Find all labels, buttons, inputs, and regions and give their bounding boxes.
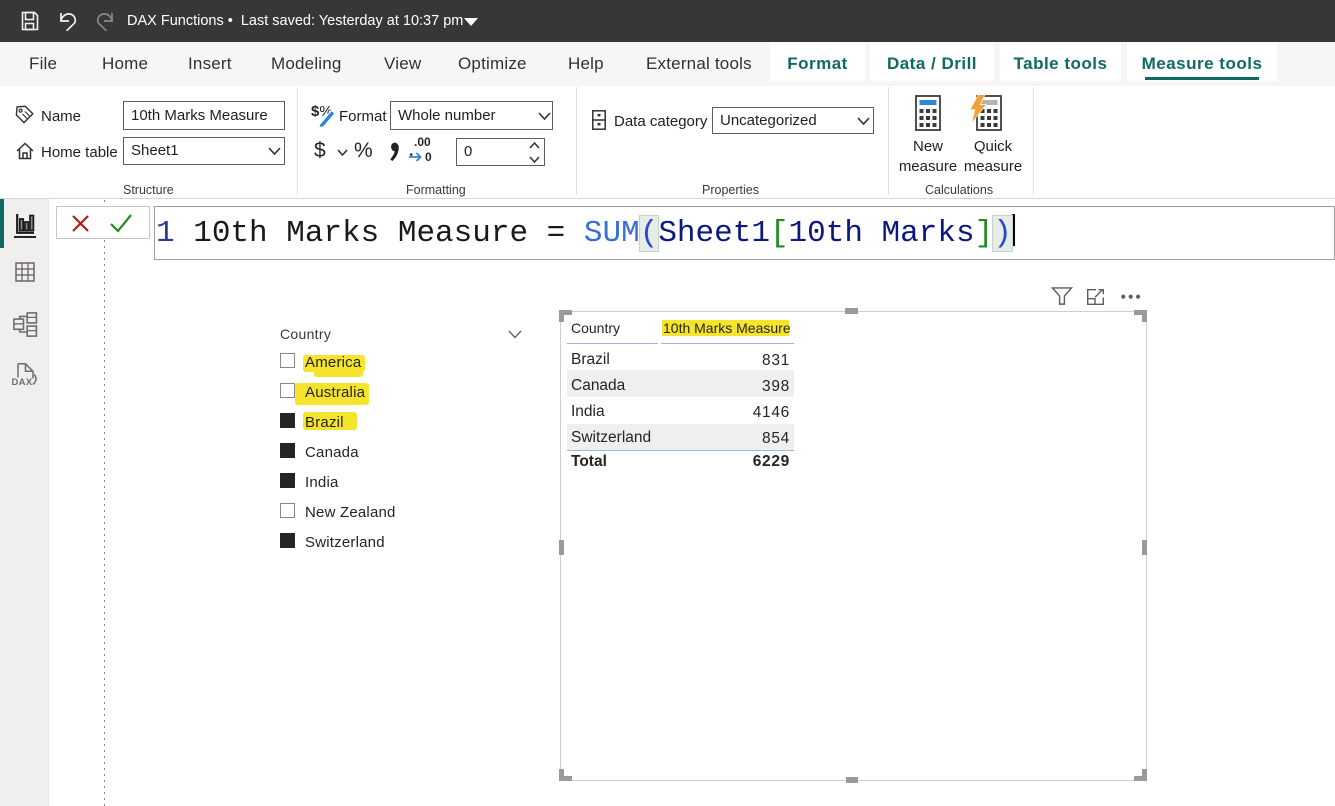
svg-text:DAX: DAX bbox=[12, 377, 33, 388]
svg-text:.00: .00 bbox=[414, 135, 431, 149]
svg-text:0: 0 bbox=[425, 150, 432, 164]
